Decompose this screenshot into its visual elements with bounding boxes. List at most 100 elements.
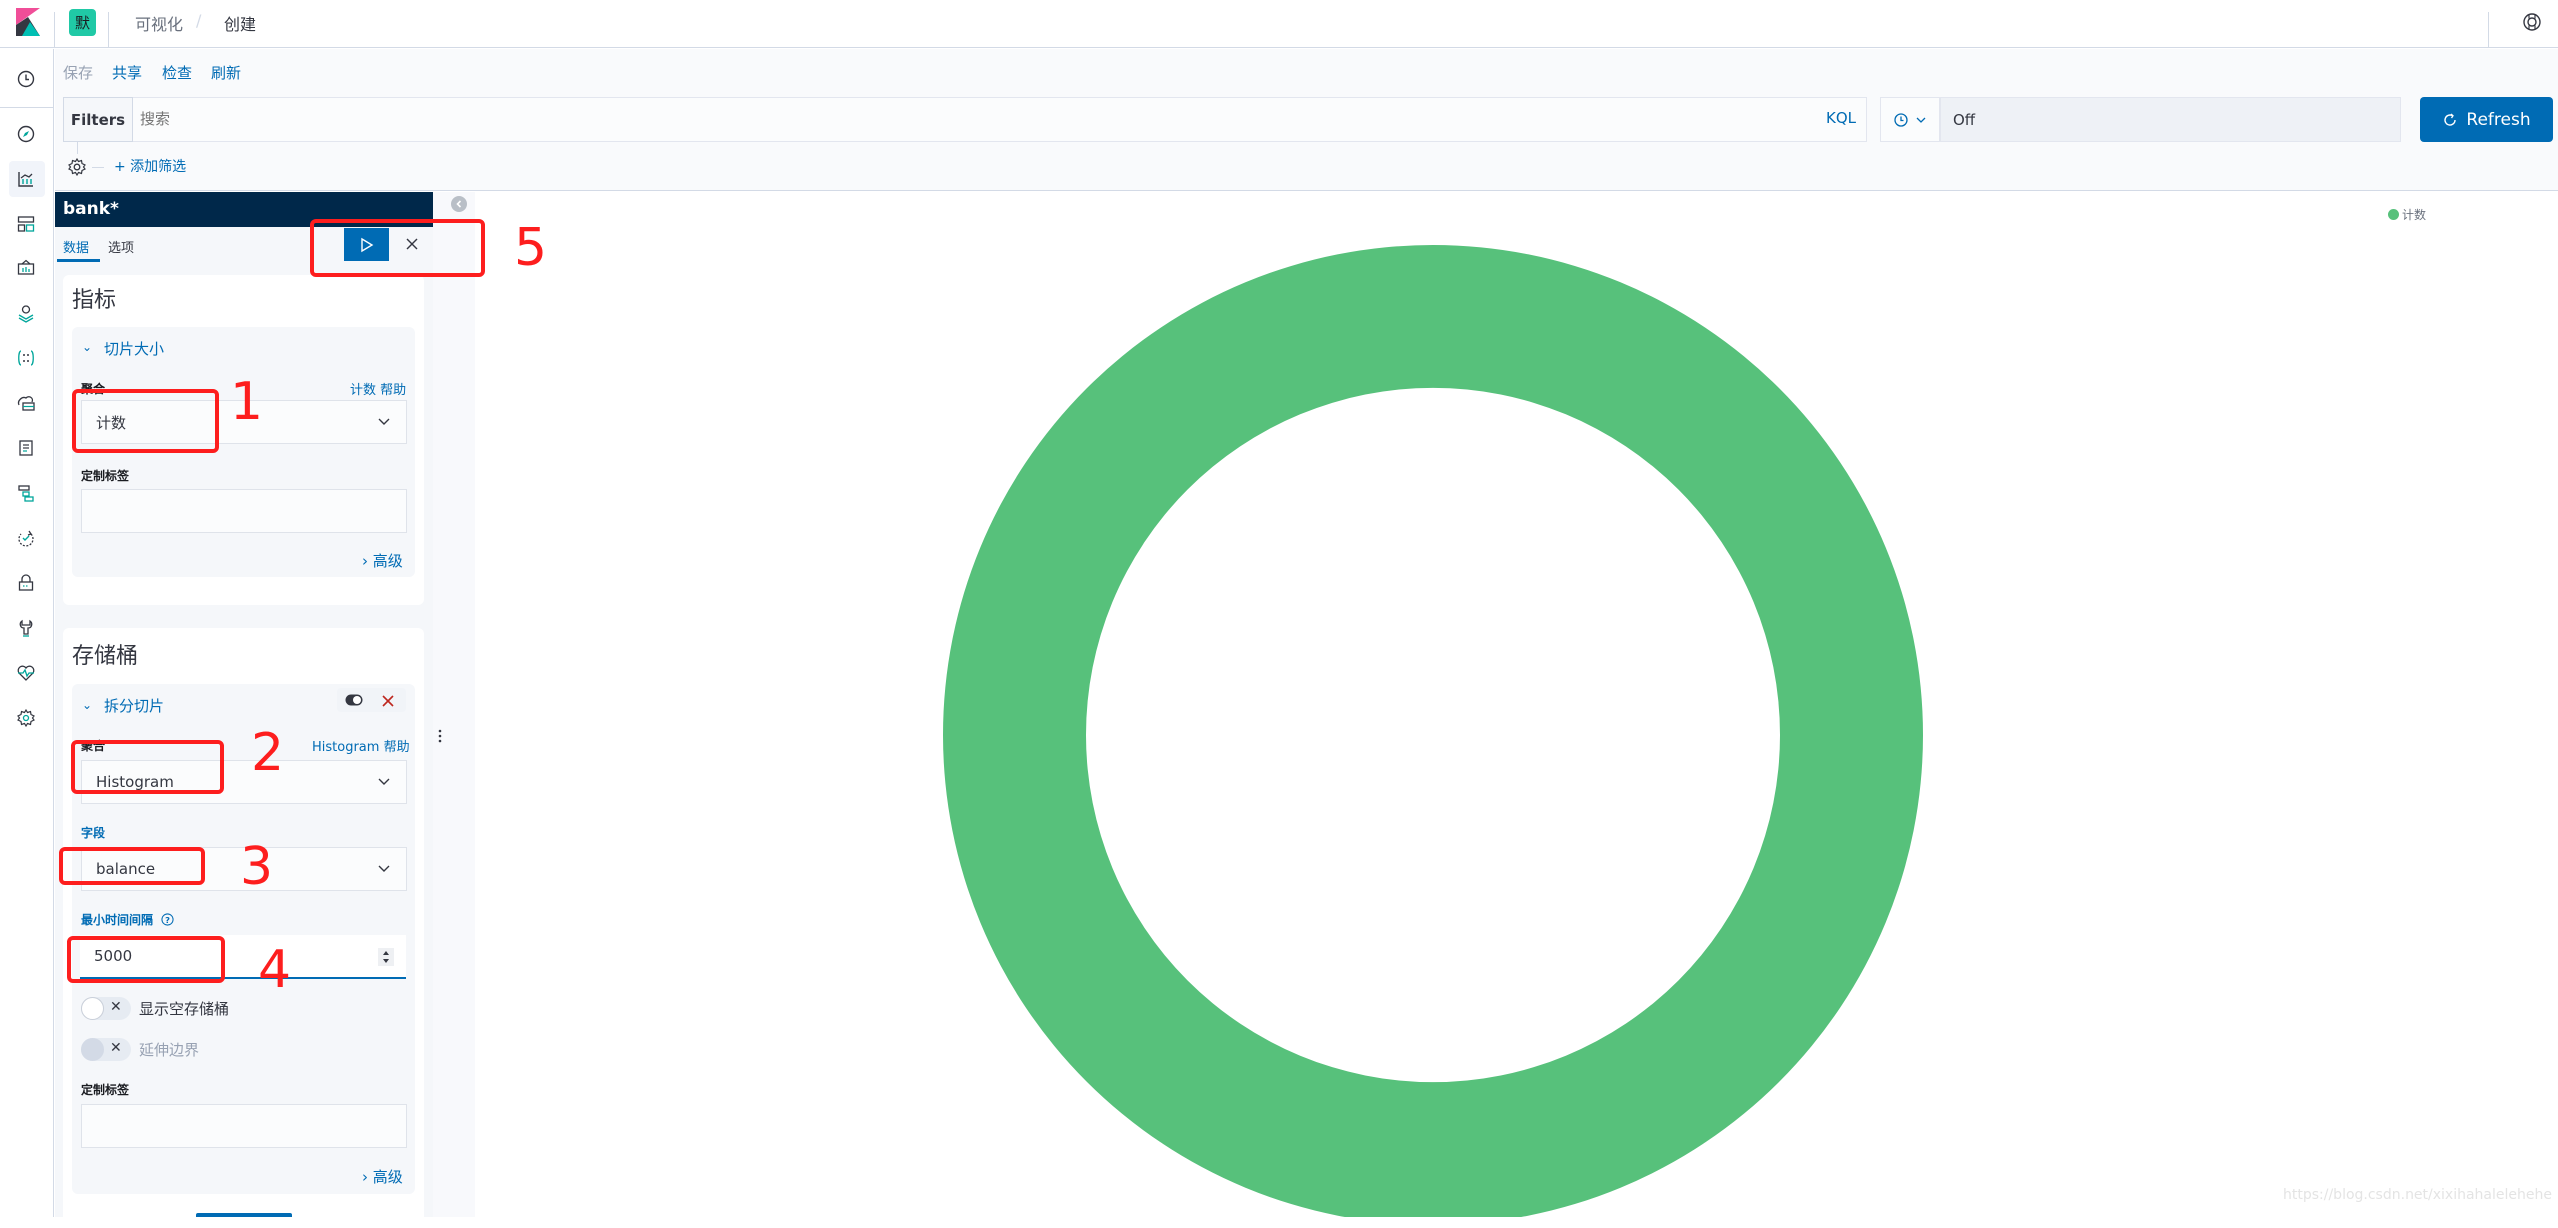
annotation-box-1 [72, 389, 219, 453]
search-input[interactable] [140, 100, 1790, 138]
filter-connector [77, 142, 78, 154]
stepper-arrows-icon [383, 951, 389, 963]
toggle-enabled-icon[interactable] [345, 694, 363, 706]
annotation-number-2: 2 [251, 723, 285, 783]
aggregation-help-link[interactable]: 计数 帮助 [350, 379, 406, 398]
compass-discover-icon[interactable] [14, 122, 38, 146]
editor-gutter [433, 192, 475, 1217]
extend-bounds-label: 延伸边界 [139, 1041, 200, 1059]
annotation-box-5 [310, 219, 485, 277]
buckets-section-title: 存储桶 [72, 644, 139, 669]
maps-icon[interactable] [14, 301, 38, 325]
space-avatar[interactable]: 默 [69, 9, 96, 36]
resize-handle-icon[interactable] [438, 728, 442, 744]
annotation-number-4: 4 [258, 940, 292, 1000]
watermark: https://blog.csdn.net/xixihahalelehehe [2283, 1187, 2552, 1203]
kql-toggle[interactable]: KQL [1826, 109, 1856, 127]
kibana-logo[interactable] [16, 8, 40, 36]
annotation-box-3 [59, 847, 205, 885]
clock-icon[interactable] [14, 67, 38, 91]
extend-bounds-switch: ✕ [81, 1038, 131, 1061]
number-stepper[interactable] [378, 948, 394, 966]
histogram-help-link[interactable]: Histogram 帮助 [312, 736, 410, 755]
infrastructure-icon[interactable] [14, 391, 38, 415]
question-icon[interactable]: ? [161, 913, 174, 926]
metrics-section-title: 指标 [72, 288, 117, 313]
chevron-down-icon[interactable]: ⌄ [82, 340, 92, 354]
logs-icon[interactable] [14, 436, 38, 460]
dev-tools-wrench-icon[interactable] [14, 616, 38, 640]
chevron-down-icon[interactable]: ⌄ [82, 698, 92, 712]
chevron-left-icon [456, 200, 462, 208]
switch-knob [81, 1038, 104, 1061]
breadcrumb-separator: / [196, 11, 202, 30]
annotation-number-3: 3 [240, 837, 274, 897]
chevron-down-icon [1916, 117, 1926, 123]
breadcrumb-visualize[interactable]: 可视化 [135, 11, 183, 35]
help-lifebuoy-icon[interactable] [2522, 12, 2542, 32]
custom-label-label: 定制标签 [81, 469, 130, 483]
filters-button[interactable]: Filters [63, 97, 133, 142]
pie-slice-0[interactable] [943, 245, 1923, 1217]
uptime-icon[interactable] [14, 526, 38, 550]
machine-learning-icon[interactable] [14, 346, 38, 370]
share-link[interactable]: 共享 [112, 62, 142, 83]
header-divider [108, 12, 109, 48]
save-link[interactable]: 保存 [63, 62, 93, 83]
chart-legend: 计数 [2388, 206, 2426, 223]
nav-divider [0, 107, 54, 108]
show-empty-buckets-label: 显示空存储桶 [139, 1000, 230, 1018]
breadcrumb-create: 创建 [224, 15, 257, 34]
bucket-custom-label-label: 定制标签 [81, 1083, 130, 1097]
add-filter-button[interactable]: + 添加筛选 [114, 156, 186, 176]
management-gear-icon[interactable] [14, 706, 38, 730]
bucket-accordion-title[interactable]: 拆分切片 [104, 695, 164, 716]
annotation-box-4 [67, 936, 225, 983]
inspect-link[interactable]: 检查 [162, 62, 192, 83]
refresh-button[interactable]: Refresh [2420, 97, 2553, 142]
metric-accordion-title[interactable]: 切片大小 [104, 338, 164, 359]
index-pattern-title: bank* [63, 199, 119, 219]
chevron-down-icon [378, 778, 390, 785]
filter-divider [92, 167, 104, 168]
collapse-sidebar-button[interactable] [451, 196, 467, 212]
monitoring-heartbeat-icon[interactable] [14, 661, 38, 685]
tab-data[interactable]: 数据 [63, 237, 89, 256]
refresh-interval-display[interactable]: Off [1940, 97, 2401, 142]
dashboard-icon[interactable] [14, 212, 38, 236]
refresh-link[interactable]: 刷新 [211, 62, 241, 83]
interval-label: 最小时间间隔 ? [81, 911, 174, 928]
top-header [0, 0, 2558, 48]
chevron-down-icon [378, 865, 390, 872]
show-empty-buckets-switch[interactable]: ✕ [81, 997, 131, 1020]
metric-advanced-toggle[interactable]: › 高级 [362, 550, 403, 571]
legend-color-dot[interactable] [2388, 209, 2399, 220]
tab-options[interactable]: 选项 [108, 237, 134, 256]
annotation-number-1: 1 [230, 372, 264, 432]
metric-custom-label-input[interactable] [81, 489, 407, 533]
legend-item-label[interactable]: 计数 [2402, 206, 2426, 223]
switch-off-icon: ✕ [110, 999, 122, 1015]
add-bucket-button[interactable] [196, 1213, 292, 1217]
active-tab-indicator [57, 259, 100, 262]
bucket-advanced-toggle[interactable]: › 高级 [362, 1166, 403, 1187]
svg-text:?: ? [165, 915, 170, 925]
gear-icon[interactable] [67, 157, 87, 177]
quick-time-picker[interactable] [1880, 97, 1940, 142]
apm-icon[interactable] [14, 481, 38, 505]
canvas-icon[interactable] [14, 256, 38, 280]
annotation-box-2 [71, 740, 224, 794]
visualize-icon[interactable] [14, 167, 38, 191]
chevron-down-icon [378, 418, 390, 425]
siem-lock-icon[interactable] [14, 571, 38, 595]
advanced-label: 高级 [372, 1168, 403, 1186]
advanced-label: 高级 [372, 552, 403, 570]
remove-bucket-icon[interactable] [381, 694, 395, 708]
bucket-custom-label-input[interactable] [81, 1104, 407, 1148]
annotation-number-5: 5 [514, 218, 548, 278]
refresh-icon [2444, 113, 2457, 126]
switch-off-icon: ✕ [110, 1040, 122, 1056]
field-label: 字段 [81, 826, 106, 840]
pie-chart [943, 245, 1923, 1217]
interval-label-text: 最小时间间隔 [81, 913, 154, 927]
